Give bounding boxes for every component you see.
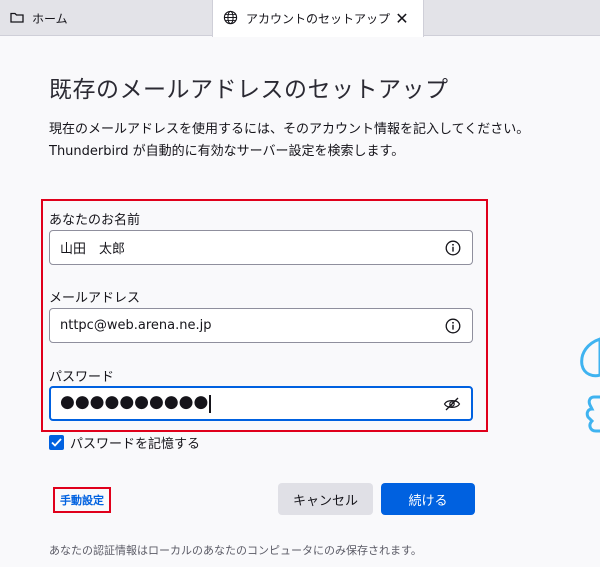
tab-home-label: ホーム [32,11,68,26]
password-field[interactable]: ●●●●●●●●●● [49,386,473,421]
tab-account-setup-label: アカウントのセットアップ [246,12,391,26]
cancel-button[interactable]: キャンセル [278,483,373,515]
page-title: 既存のメールアドレスのセットアップ [49,77,449,103]
remember-password[interactable]: パスワードを記憶する [49,433,200,452]
continue-button[interactable]: 続ける [381,483,475,515]
name-field[interactable]: 山田 太郎 [49,230,473,265]
remember-password-checkbox[interactable] [49,435,64,450]
close-icon[interactable]: ✕ [393,9,411,28]
email-field[interactable]: nttpc@web.arena.ne.jp [49,308,473,343]
account-setup-page: 既存のメールアドレスのセットアップ 現在のメールアドレスを使用するには、そのアカ… [0,37,600,567]
manual-config-link[interactable]: 手動設定 [60,492,104,508]
description-line-1: 現在のメールアドレスを使用するには、そのアカウント情報を記入してください。 [49,122,530,137]
tab-bar: ホーム アカウントのセットアップ ✕ [0,0,600,37]
name-label: あなたのお名前 [49,213,141,228]
eye-slash-icon[interactable] [443,395,461,413]
tab-home[interactable]: ホーム [0,0,212,36]
info-icon[interactable] [444,317,462,335]
email-value: nttpc@web.arena.ne.jp [60,318,212,333]
illustration-graphic [580,337,600,433]
password-value: ●●●●●●●●●● [60,392,209,413]
folder-icon [10,11,24,26]
globe-icon [223,10,238,28]
remember-password-label: パスワードを記憶する [70,437,201,452]
page-description: 現在のメールアドレスを使用するには、そのアカウント情報を記入してください。 Th… [49,119,569,163]
tab-account-setup[interactable]: アカウントのセットアップ ✕ [212,0,424,37]
footer-note: あなたの認証情報はローカルのあなたのコンピュータにのみ保存されます。 [49,544,422,557]
name-value: 山田 太郎 [60,242,126,257]
text-caret [209,394,211,413]
password-label: パスワード [49,370,115,385]
info-icon[interactable] [444,239,462,257]
email-label: メールアドレス [49,291,141,306]
description-line-2: Thunderbird が自動的に有効なサーバー設定を検索します。 [49,144,405,159]
